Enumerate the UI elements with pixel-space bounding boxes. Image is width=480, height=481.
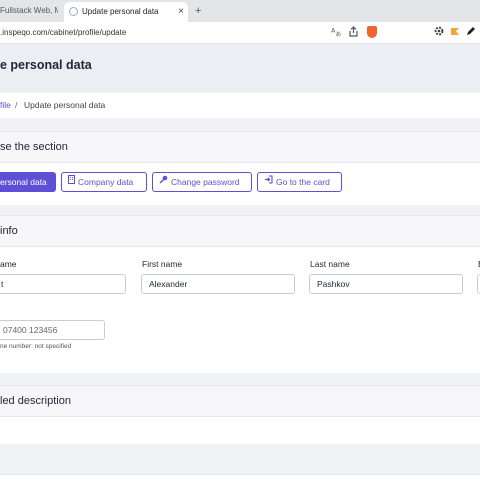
page-header: e personal data — [0, 44, 480, 92]
go-to-card-button[interactable]: Go to the card — [257, 172, 342, 192]
browser-tab-inactive[interactable]: Fullstack Web, Mob — [0, 0, 58, 22]
sign-in-icon — [264, 173, 273, 191]
tab-personal-data-button[interactable]: ersonal data — [0, 172, 56, 192]
breadcrumb-current: Update personal data — [24, 100, 106, 110]
breadcrumb-separator: / — [15, 100, 18, 110]
breadcrumb: file / Update personal data — [0, 93, 480, 118]
description-card: led description — [0, 385, 480, 444]
page-title: e personal data — [0, 58, 92, 72]
brave-shield-icon[interactable] — [367, 26, 377, 38]
extension-icon[interactable] — [450, 26, 461, 41]
info-card: info — [0, 215, 480, 373]
tab-close-icon[interactable]: × — [178, 2, 184, 22]
settings-icon[interactable] — [434, 26, 444, 40]
new-tab-button[interactable]: + — [195, 0, 201, 22]
info-heading: info — [0, 225, 18, 237]
svg-text:あ: あ — [336, 31, 342, 37]
building-icon — [68, 173, 75, 191]
key-icon — [159, 173, 168, 191]
section-chooser-header: se the section — [0, 132, 480, 163]
button-label: Company data — [78, 177, 134, 187]
tab-change-password-button[interactable]: Change password — [152, 172, 252, 192]
address-bar: .inspeqo.com/cabinet/profile/update Aあ — [0, 22, 480, 44]
browser-tab-strip: Fullstack Web, Mob Update personal data … — [0, 0, 480, 22]
translate-icon[interactable]: Aあ — [331, 26, 342, 41]
last-name-input[interactable]: Pashkov — [309, 274, 463, 294]
first-name-label: First name — [142, 259, 183, 269]
last-name-label: Last name — [310, 259, 350, 269]
phone-hint: ne number: not specified — [0, 343, 72, 350]
info-card-header: info — [0, 216, 480, 247]
phone-input[interactable]: 07400 123456 — [0, 320, 105, 340]
description-heading: led description — [0, 395, 71, 407]
tab-title: Fullstack Web, Mob — [0, 6, 58, 15]
button-label: Change password — [171, 177, 240, 187]
first-name-input[interactable]: Alexander — [141, 274, 295, 294]
breadcrumb-link-profile[interactable]: file — [0, 100, 11, 110]
button-label: Go to the card — [276, 177, 330, 187]
section-chooser-card: se the section — [0, 131, 480, 205]
description-card-header: led description — [0, 386, 480, 417]
middle-name-input[interactable]: t — [0, 274, 126, 294]
pen-icon[interactable] — [466, 26, 476, 40]
middle-name-label: ame — [0, 259, 17, 269]
url-field[interactable]: .inspeqo.com/cabinet/profile/update — [0, 22, 126, 43]
share-icon[interactable] — [348, 26, 359, 42]
section-chooser-heading: se the section — [0, 141, 68, 153]
button-label: ersonal data — [0, 177, 47, 187]
tab-title: Update personal data — [82, 7, 159, 16]
tab-favicon-icon — [69, 7, 78, 16]
browser-tab-active[interactable]: Update personal data × — [64, 2, 188, 22]
tab-company-data-button[interactable]: Company data — [61, 172, 147, 192]
